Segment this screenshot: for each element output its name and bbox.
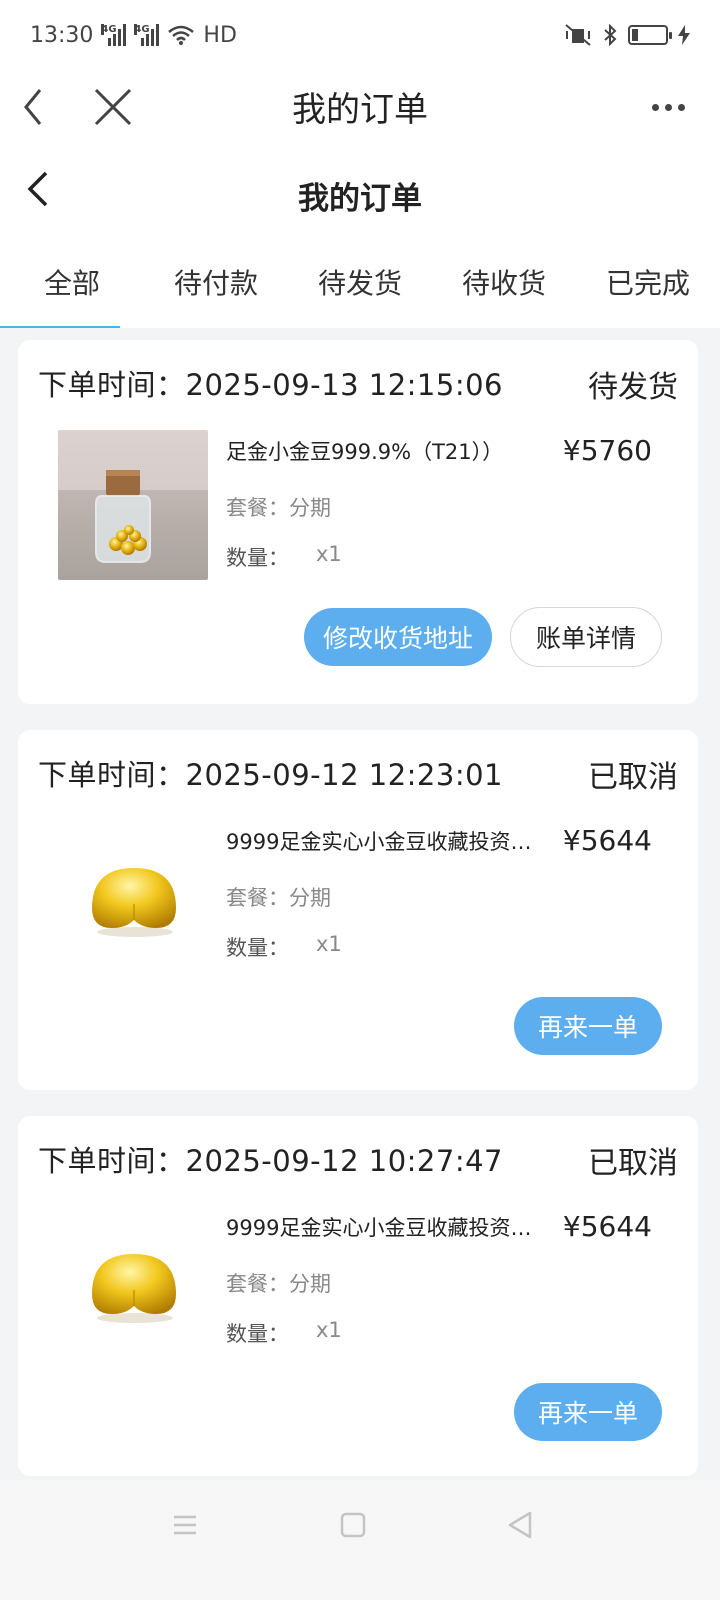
order-status: 待发货 <box>588 370 678 405</box>
hd-label: HD <box>203 22 237 48</box>
product-name[interactable]: 足金小金豆999.9%（T21）） <box>226 436 536 466</box>
product-plan: 套餐：分期 <box>226 496 331 520</box>
order-card[interactable]: 下单时间：2025-09-12 10:27:47 已取消 9999足金实心小金豆… <box>18 1116 698 1476</box>
network-type-label-2: 4G <box>134 24 150 35</box>
product-image-gold-bean[interactable] <box>58 820 208 970</box>
bluetooth-icon <box>604 23 617 47</box>
vibrate-mute-icon <box>565 24 591 46</box>
tab-pending-payment[interactable]: 待付款 <box>144 240 288 328</box>
quantity-label: 数量： <box>226 546 289 570</box>
quantity-value: x1 <box>316 542 342 566</box>
product-name[interactable]: 9999足金实心小金豆收藏投资… <box>226 826 536 856</box>
nav-title: 我的订单 <box>292 90 428 130</box>
order-status: 已取消 <box>588 1146 678 1181</box>
order-card[interactable]: 下单时间：2025-09-13 12:15:06 待发货 足金小金豆999.9%… <box>18 340 698 704</box>
tab-all[interactable]: 全部 <box>0 240 144 328</box>
product-name[interactable]: 9999足金实心小金豆收藏投资… <box>226 1212 536 1242</box>
product-plan: 套餐：分期 <box>226 1272 331 1296</box>
product-image-gold-bean[interactable] <box>58 1206 208 1356</box>
network-type-label-1: 4G <box>101 24 117 35</box>
order-card[interactable]: 下单时间：2025-09-12 12:23:01 已取消 9999足金实心小金豆… <box>18 730 698 1090</box>
order-time: 下单时间：2025-09-12 10:27:47 <box>38 1144 503 1178</box>
more-dots-icon[interactable] <box>652 92 692 122</box>
tab-pending-shipment[interactable]: 待发货 <box>288 240 432 328</box>
order-tabs: 全部 待付款 待发货 待收货 已完成 <box>0 240 720 328</box>
nav-bar: 我的订单 <box>0 70 720 145</box>
signal-2-icon: 4G <box>134 24 160 46</box>
quantity-label: 数量： <box>226 936 289 960</box>
product-price: ¥5760 <box>562 434 652 467</box>
order-time: 下单时间：2025-09-13 12:15:06 <box>38 368 503 402</box>
charging-icon <box>678 25 690 45</box>
page-title: 我的订单 <box>298 181 422 217</box>
order-status: 已取消 <box>588 760 678 795</box>
status-right <box>564 23 690 47</box>
status-bar: 13:30 4G 4G HD <box>0 0 720 70</box>
menu-icon[interactable] <box>172 1512 198 1538</box>
order-time: 下单时间：2025-09-12 12:23:01 <box>38 758 503 792</box>
quantity-value: x1 <box>316 932 342 956</box>
signal-1-icon: 4G <box>101 24 127 46</box>
edit-address-button[interactable]: 修改收货地址 <box>304 608 492 666</box>
bill-details-button[interactable]: 账单详情 <box>510 607 662 667</box>
product-plan: 套餐：分期 <box>226 886 331 910</box>
product-image-jar[interactable] <box>58 430 208 580</box>
home-square-icon[interactable] <box>340 1511 366 1539</box>
tab-pending-receipt[interactable]: 待收货 <box>432 240 576 328</box>
status-left: 13:30 4G 4G HD <box>30 23 237 48</box>
reorder-button[interactable]: 再来一单 <box>514 1383 662 1441</box>
quantity-value: x1 <box>316 1318 342 1342</box>
page-header: 我的订单 <box>0 145 720 240</box>
product-price: ¥5644 <box>562 1210 652 1243</box>
status-time: 13:30 <box>30 22 94 48</box>
triangle-back-icon[interactable] <box>506 1510 534 1540</box>
quantity-label: 数量： <box>226 1322 289 1346</box>
reorder-button[interactable]: 再来一单 <box>514 997 662 1055</box>
product-price: ¥5644 <box>562 824 652 857</box>
tab-completed[interactable]: 已完成 <box>576 240 720 328</box>
wifi-icon <box>168 25 195 45</box>
system-nav-bar <box>0 1480 720 1600</box>
battery-icon <box>628 25 672 45</box>
